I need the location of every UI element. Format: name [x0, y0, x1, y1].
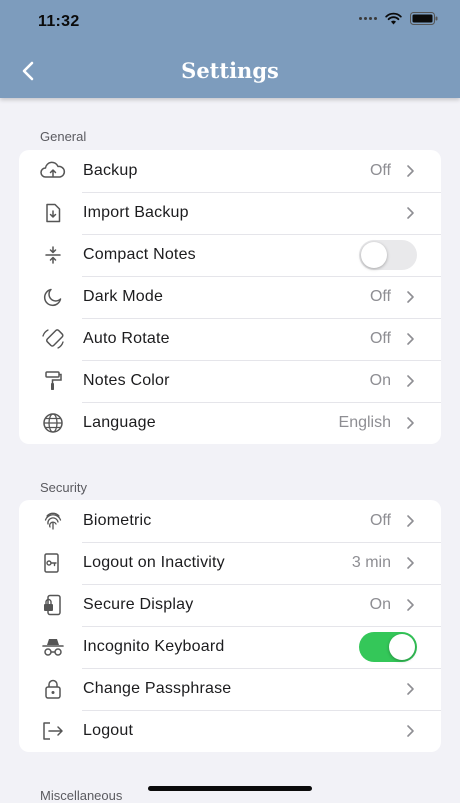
rotate-icon	[40, 328, 66, 350]
section-header-security: Security	[40, 480, 87, 495]
section-header-miscellaneous: Miscellaneous	[40, 788, 123, 803]
setting-label: Incognito Keyboard	[83, 638, 225, 655]
setting-value: English	[338, 414, 391, 431]
section-header-general: General	[40, 129, 87, 144]
chevron-right-icon	[407, 417, 414, 429]
setting-value: Off	[369, 162, 391, 179]
chevron-right-icon	[407, 725, 414, 737]
settings-row-secure-display[interactable]: Secure Display On	[19, 584, 441, 626]
file-import-icon	[40, 202, 66, 224]
setting-value: On	[369, 372, 391, 389]
settings-row-dark-mode[interactable]: Dark Mode Off	[19, 276, 441, 318]
setting-label: Secure Display	[83, 596, 194, 613]
globe-icon	[40, 412, 66, 434]
status-time: 11:32	[38, 13, 80, 30]
phone-lock-icon	[40, 594, 66, 616]
settings-row-notes-color[interactable]: Notes Color On	[19, 360, 441, 402]
battery-icon	[410, 12, 438, 25]
settings-row-import-backup[interactable]: Import Backup	[19, 192, 441, 234]
cellular-signal-icon	[359, 17, 377, 20]
settings-row-change-passphrase[interactable]: Change Passphrase	[19, 668, 441, 710]
general-settings-card: Backup Off Import Backup Compact Notes D…	[19, 150, 441, 444]
setting-value: Off	[369, 512, 391, 529]
setting-label: Change Passphrase	[83, 680, 232, 697]
settings-row-compact-notes[interactable]: Compact Notes	[19, 234, 441, 276]
setting-label: Biometric	[83, 512, 152, 529]
logout-icon	[40, 720, 66, 742]
security-settings-card: Biometric Off Logout on Inactivity 3 min…	[19, 500, 441, 752]
chevron-right-icon	[407, 557, 414, 569]
setting-label: Language	[83, 414, 156, 431]
compact-notes-toggle[interactable]	[359, 240, 417, 270]
chevron-right-icon	[407, 207, 414, 219]
incognito-icon	[40, 636, 66, 658]
timer-key-icon	[40, 552, 66, 574]
cloud-upload-icon	[40, 160, 66, 182]
settings-row-logout[interactable]: Logout	[19, 710, 441, 752]
setting-value: 3 min	[351, 554, 391, 571]
setting-label: Import Backup	[83, 204, 189, 221]
navigation-header: 11:32 Settings	[0, 0, 460, 98]
toggle-knob	[389, 634, 415, 660]
settings-row-auto-rotate[interactable]: Auto Rotate Off	[19, 318, 441, 360]
setting-label: Logout	[83, 722, 134, 739]
settings-row-language[interactable]: Language English	[19, 402, 441, 444]
status-icons	[359, 12, 438, 25]
page-title: Settings	[181, 58, 279, 83]
setting-label: Backup	[83, 162, 138, 179]
compact-icon	[40, 244, 66, 266]
chevron-right-icon	[407, 515, 414, 527]
setting-value: On	[369, 596, 391, 613]
setting-label: Notes Color	[83, 372, 170, 389]
chevron-right-icon	[407, 333, 414, 345]
settings-row-incognito-keyboard[interactable]: Incognito Keyboard	[19, 626, 441, 668]
chevron-right-icon	[407, 599, 414, 611]
setting-label: Auto Rotate	[83, 330, 170, 347]
settings-row-backup[interactable]: Backup Off	[19, 150, 441, 192]
paint-roller-icon	[40, 370, 66, 392]
incognito-keyboard-toggle[interactable]	[359, 632, 417, 662]
settings-row-biometric[interactable]: Biometric Off	[19, 500, 441, 542]
home-indicator	[148, 786, 312, 791]
setting-label: Logout on Inactivity	[83, 554, 225, 571]
wifi-icon	[385, 12, 402, 25]
lock-icon	[40, 678, 66, 700]
setting-label: Dark Mode	[83, 288, 164, 305]
chevron-right-icon	[407, 683, 414, 695]
setting-value: Off	[369, 330, 391, 347]
toggle-knob	[361, 242, 387, 268]
setting-label: Compact Notes	[83, 246, 196, 263]
fingerprint-icon	[40, 510, 66, 532]
chevron-right-icon	[407, 375, 414, 387]
settings-row-logout-on-inactivity[interactable]: Logout on Inactivity 3 min	[19, 542, 441, 584]
moon-icon	[40, 286, 66, 308]
setting-value: Off	[369, 288, 391, 305]
chevron-right-icon	[407, 165, 414, 177]
chevron-right-icon	[407, 291, 414, 303]
